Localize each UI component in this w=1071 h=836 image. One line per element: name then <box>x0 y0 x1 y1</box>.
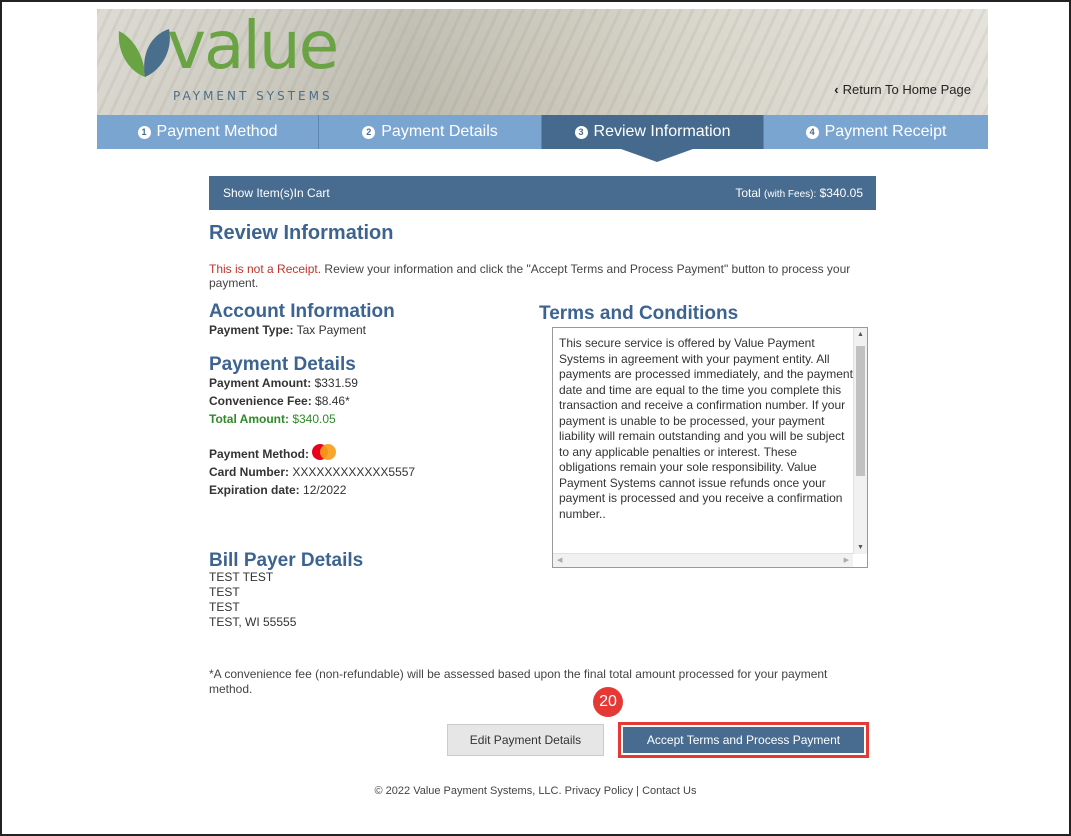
step-label: Payment Method <box>156 123 278 140</box>
payment-method-label: Payment Method: <box>209 447 310 461</box>
privacy-policy-link[interactable]: Privacy Policy <box>565 785 633 797</box>
page-title: Review Information <box>209 222 394 244</box>
scroll-thumb[interactable] <box>856 346 865 476</box>
scroll-down-icon[interactable]: ▼ <box>857 544 864 551</box>
step-payment-method: 1 Payment Method <box>97 115 319 149</box>
convenience-fee-row: Convenience Fee: $8.46* <box>209 392 529 410</box>
payment-type-row: Payment Type: Tax Payment <box>209 321 529 339</box>
step-label: Review Information <box>593 123 731 140</box>
payment-amount-row: Payment Amount: $331.59 <box>209 374 529 392</box>
not-receipt-warning: This is not a Receipt. <box>209 262 322 276</box>
expiration-label: Expiration date: <box>209 483 300 497</box>
accept-terms-process-payment-button[interactable]: Accept Terms and Process Payment <box>623 727 864 753</box>
convenience-fee-label: Convenience Fee: <box>209 394 312 408</box>
cart-total-label: Total <box>735 186 761 200</box>
step-number-icon: 4 <box>805 126 819 139</box>
show-items-toggle[interactable]: Show Item(s)In Cart <box>223 186 330 200</box>
bill-payer-name: TEST TEST <box>209 570 274 584</box>
bill-payer-city: TEST, WI 55555 <box>209 615 297 629</box>
cart-bar: Show Item(s)In Cart Total (with Fees): $… <box>209 176 876 210</box>
step-label: Payment Details <box>381 123 498 140</box>
bill-payer-section: Bill Payer Details TEST TEST TEST TEST T… <box>209 550 364 630</box>
logo-subtitle: PAYMENT SYSTEMS <box>173 89 333 103</box>
header-banner: value PAYMENT SYSTEMS ‹ Return To Home Pa… <box>97 9 988 115</box>
terms-vertical-scrollbar[interactable]: ▲ ▼ <box>853 328 867 554</box>
active-step-pointer <box>621 149 693 162</box>
step-number-icon: 1 <box>137 126 151 139</box>
total-amount-label: Total Amount: <box>209 412 289 426</box>
bill-payer-title: Bill Payer Details <box>209 550 364 571</box>
edit-payment-details-button[interactable]: Edit Payment Details <box>447 724 604 756</box>
convenience-fee-footnote: *A convenience fee (non-refundable) will… <box>209 667 828 696</box>
step-number-icon: 3 <box>574 126 588 139</box>
terms-title: Terms and Conditions <box>539 303 739 324</box>
footer: © 2022 Value Payment Systems, LLC. Priva… <box>0 785 1071 797</box>
expiration-value: 12/2022 <box>303 483 347 497</box>
contact-us-link[interactable]: Contact Us <box>642 785 696 797</box>
cart-total-value: $340.05 <box>819 186 863 200</box>
mastercard-icon <box>312 444 337 460</box>
convenience-fee-value: $8.46* <box>315 394 350 408</box>
total-amount-value: $340.05 <box>292 412 336 426</box>
card-number-row: Card Number: XXXXXXXXXXXX5557 <box>209 463 529 481</box>
bill-payer-line: TEST <box>209 585 240 599</box>
payment-details-title: Payment Details <box>209 354 356 375</box>
scroll-left-icon[interactable]: ◀ <box>557 556 562 564</box>
scroll-up-icon[interactable]: ▲ <box>857 331 864 338</box>
expiration-row: Expiration date: 12/2022 <box>209 481 529 499</box>
accept-button-highlight: Accept Terms and Process Payment <box>618 722 869 758</box>
payment-type-value: Tax Payment <box>296 323 366 337</box>
step-payment-receipt: 4 Payment Receipt <box>764 115 988 149</box>
account-info-title: Account Information <box>209 301 395 322</box>
step-number-icon: 2 <box>362 126 376 139</box>
value-logo: value PAYMENT SYSTEMS <box>115 13 375 109</box>
footer-separator: | <box>636 785 640 797</box>
payment-amount-value: $331.59 <box>314 376 358 390</box>
step-review-information: 3 Review Information <box>542 115 764 149</box>
bill-payer-line: TEST <box>209 600 240 614</box>
terms-text: This secure service is offered by Value … <box>559 336 853 521</box>
step-label: Payment Receipt <box>824 123 947 140</box>
card-number-value: XXXXXXXXXXXX5557 <box>292 465 416 479</box>
leaf-logo-icon <box>118 29 170 77</box>
progress-steps: 1 Payment Method 2 Payment Details 3 Review… <box>97 115 988 149</box>
return-home-link[interactable]: ‹ Return To Home Page <box>834 82 971 97</box>
cart-total-suffix: (with Fees): <box>764 189 817 200</box>
total-amount-row: Total Amount: $340.05 <box>209 410 529 428</box>
payment-method-row: Payment Method: <box>209 444 529 463</box>
cart-total: Total (with Fees): $340.05 <box>735 186 863 200</box>
receipt-notice: This is not a Receipt. Review your infor… <box>209 262 869 290</box>
details-column: Account Information Payment Type: Tax Pa… <box>209 301 529 499</box>
scroll-right-icon[interactable]: ▶ <box>844 556 849 564</box>
card-number-label: Card Number: <box>209 465 290 479</box>
payment-type-label: Payment Type: <box>209 323 294 337</box>
step-payment-details: 2 Payment Details <box>319 115 542 149</box>
terms-horizontal-scrollbar[interactable]: ◀ ▶ <box>553 553 853 567</box>
step-number-badge: 20 <box>593 687 623 717</box>
chevron-left-icon: ‹ <box>834 82 839 97</box>
logo-word: value <box>167 9 339 84</box>
return-home-label: Return To Home Page <box>842 82 971 97</box>
copyright-text: © 2022 Value Payment Systems, LLC. <box>374 785 562 797</box>
payment-amount-label: Payment Amount: <box>209 376 312 390</box>
terms-textarea[interactable]: This secure service is offered by Value … <box>552 327 868 568</box>
